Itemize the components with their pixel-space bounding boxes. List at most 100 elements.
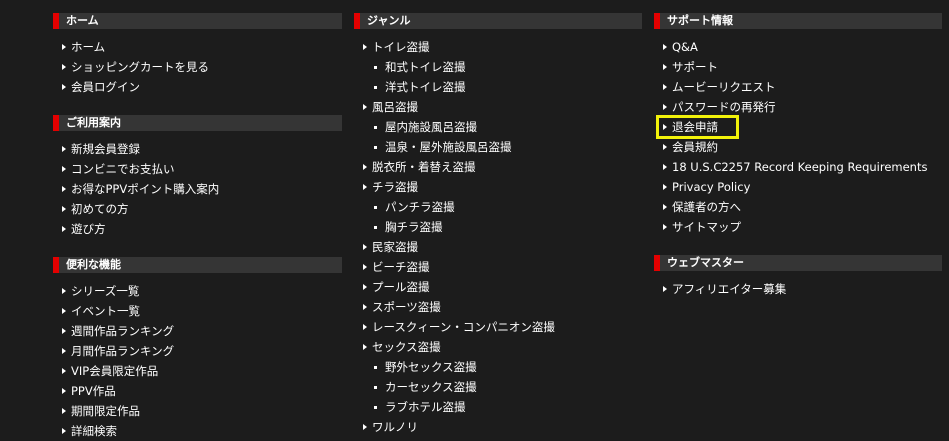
list-item[interactable]: 初めての方 — [53, 199, 219, 219]
list-item[interactable]: 保護者の方へ — [654, 197, 927, 217]
list-item[interactable]: 和式トイレ盗撮 — [354, 57, 555, 77]
link-genre[interactable]: 民家盗撮 — [372, 237, 418, 257]
link-guardians[interactable]: 保護者の方へ — [672, 197, 741, 217]
list-item[interactable]: 野外セックス盗撮 — [354, 357, 555, 377]
list-item[interactable]: 会員規約 — [654, 137, 927, 157]
caret-right-icon — [663, 164, 667, 170]
list-item[interactable]: ワルノリ — [354, 417, 555, 437]
list-item[interactable]: ビーチ盗撮 — [354, 257, 555, 277]
list-item[interactable]: イベント一覧 — [53, 301, 174, 321]
list-item[interactable]: 遊び方 — [53, 219, 219, 239]
link-genre-sub[interactable]: 洋式トイレ盗撮 — [385, 77, 466, 97]
link-ppv-points[interactable]: お得なPPVポイント購入案内 — [71, 179, 219, 199]
list-item[interactable]: 会員ログイン — [53, 77, 209, 97]
list-item[interactable]: パンチラ盗撮 — [354, 197, 555, 217]
list-item[interactable]: トイレ盗撮 — [354, 37, 555, 57]
section-header-support: サポート情報 — [654, 13, 942, 29]
link-vip-only[interactable]: VIP会員限定作品 — [71, 361, 158, 381]
list-item[interactable]: 期間限定作品 — [53, 401, 174, 421]
list-item[interactable]: 胸チラ盗撮 — [354, 217, 555, 237]
list-item[interactable]: VIP会員限定作品 — [53, 361, 174, 381]
list-item[interactable]: 週間作品ランキング — [53, 321, 174, 341]
link-limited-time[interactable]: 期間限定作品 — [71, 401, 140, 421]
link-genre-sub[interactable]: ラブホテル盗撮 — [385, 397, 466, 417]
link-genre[interactable]: ワルノリ — [372, 417, 418, 437]
list-item[interactable]: 18 U.S.C2257 Record Keeping Requirements — [654, 157, 927, 177]
link-withdrawal-request[interactable]: 退会申請 — [672, 117, 718, 137]
link-password-reissue[interactable]: パスワードの再発行 — [672, 97, 776, 117]
caret-right-icon — [62, 348, 66, 354]
link-series[interactable]: シリーズ一覧 — [71, 281, 139, 301]
link-qa[interactable]: Q&A — [672, 37, 698, 57]
link-member-login[interactable]: 会員ログイン — [71, 77, 140, 97]
link-privacy-policy[interactable]: Privacy Policy — [672, 177, 750, 197]
list-item[interactable]: ムービーリクエスト — [654, 77, 927, 97]
list-item[interactable]: パスワードの再発行 — [654, 97, 927, 117]
link-genre[interactable]: ビーチ盗撮 — [372, 257, 430, 277]
list-item[interactable]: プール盗撮 — [354, 277, 555, 297]
link-home[interactable]: ホーム — [71, 37, 105, 57]
link-genre[interactable]: スポーツ盗撮 — [372, 297, 441, 317]
link-genre[interactable]: 脱衣所・着替え盗撮 — [372, 157, 476, 177]
link-weekly-ranking[interactable]: 週間作品ランキング — [71, 321, 174, 341]
link-genre-sub[interactable]: パンチラ盗撮 — [385, 197, 455, 217]
section-header-webmaster: ウェブマスター — [654, 255, 942, 271]
list-item[interactable]: ホーム — [53, 37, 209, 57]
list-item[interactable]: シリーズ一覧 — [53, 281, 174, 301]
link-events[interactable]: イベント一覧 — [71, 301, 140, 321]
list-item[interactable]: チラ盗撮 — [354, 177, 555, 197]
link-genre[interactable]: トイレ盗撮 — [372, 37, 430, 57]
list-item[interactable]: サポート — [654, 57, 927, 77]
link-genre-sub[interactable]: 和式トイレ盗撮 — [385, 57, 466, 77]
link-genre-sub[interactable]: 野外セックス盗撮 — [385, 357, 477, 377]
link-genre-sub[interactable]: 温泉・屋外施設風呂盗撮 — [385, 137, 512, 157]
caret-right-icon — [663, 144, 667, 150]
list-item[interactable]: コンビニでお支払い — [53, 159, 219, 179]
list-item[interactable]: お得なPPVポイント購入案内 — [53, 179, 219, 199]
link-2257-records[interactable]: 18 U.S.C2257 Record Keeping Requirements — [672, 157, 927, 177]
list-item[interactable]: 退会申請 — [654, 117, 927, 137]
link-support[interactable]: サポート — [672, 57, 718, 77]
list-item[interactable]: 温泉・屋外施設風呂盗撮 — [354, 137, 555, 157]
link-genre[interactable]: 風呂盗撮 — [372, 97, 418, 117]
link-genre-sub[interactable]: カーセックス盗撮 — [385, 377, 477, 397]
link-genre-sub[interactable]: 胸チラ盗撮 — [385, 217, 443, 237]
link-genre[interactable]: チラ盗撮 — [372, 177, 418, 197]
list-item[interactable]: 民家盗撮 — [354, 237, 555, 257]
link-register[interactable]: 新規会員登録 — [71, 139, 140, 159]
link-genre-sub[interactable]: 屋内施設風呂盗撮 — [385, 117, 477, 137]
list-item[interactable]: Q&A — [654, 37, 927, 57]
link-how-to-use[interactable]: 遊び方 — [71, 219, 106, 239]
list-item[interactable]: 詳細検索 — [53, 421, 174, 441]
list-item[interactable]: PPV作品 — [53, 381, 174, 401]
link-member-terms[interactable]: 会員規約 — [672, 137, 718, 157]
list-item[interactable]: スポーツ盗撮 — [354, 297, 555, 317]
list-item[interactable]: 月間作品ランキング — [53, 341, 174, 361]
link-affiliate-recruit[interactable]: アフィリエイター募集 — [672, 279, 786, 299]
list-item[interactable]: 脱衣所・着替え盗撮 — [354, 157, 555, 177]
list-item[interactable]: ショッピングカートを見る — [53, 57, 209, 77]
link-ppv-works[interactable]: PPV作品 — [71, 381, 116, 401]
list-item[interactable]: Privacy Policy — [654, 177, 927, 197]
list-item[interactable]: セックス盗撮 — [354, 337, 555, 357]
list-item[interactable]: レースクィーン・コンパニオン盗撮 — [354, 317, 555, 337]
link-movie-request[interactable]: ムービーリクエスト — [672, 77, 776, 97]
list-item[interactable]: 洋式トイレ盗撮 — [354, 77, 555, 97]
link-first-time[interactable]: 初めての方 — [71, 199, 129, 219]
list-item[interactable]: アフィリエイター募集 — [654, 279, 786, 299]
list-item[interactable]: カーセックス盗撮 — [354, 377, 555, 397]
link-genre[interactable]: レースクィーン・コンパニオン盗撮 — [372, 317, 555, 337]
link-convenience-payment[interactable]: コンビニでお支払い — [71, 159, 175, 179]
link-sitemap[interactable]: サイトマップ — [672, 217, 741, 237]
link-monthly-ranking[interactable]: 月間作品ランキング — [71, 341, 174, 361]
link-advanced-search[interactable]: 詳細検索 — [71, 421, 117, 441]
list-item[interactable]: サイトマップ — [654, 217, 927, 237]
link-genre[interactable]: セックス盗撮 — [372, 337, 441, 357]
list-item[interactable]: ラブホテル盗撮 — [354, 397, 555, 417]
link-view-cart[interactable]: ショッピングカートを見る — [71, 57, 209, 77]
caret-right-icon — [663, 104, 667, 110]
list-item[interactable]: 新規会員登録 — [53, 139, 219, 159]
list-item[interactable]: 屋内施設風呂盗撮 — [354, 117, 555, 137]
link-genre[interactable]: プール盗撮 — [372, 277, 430, 297]
list-item[interactable]: 風呂盗撮 — [354, 97, 555, 117]
